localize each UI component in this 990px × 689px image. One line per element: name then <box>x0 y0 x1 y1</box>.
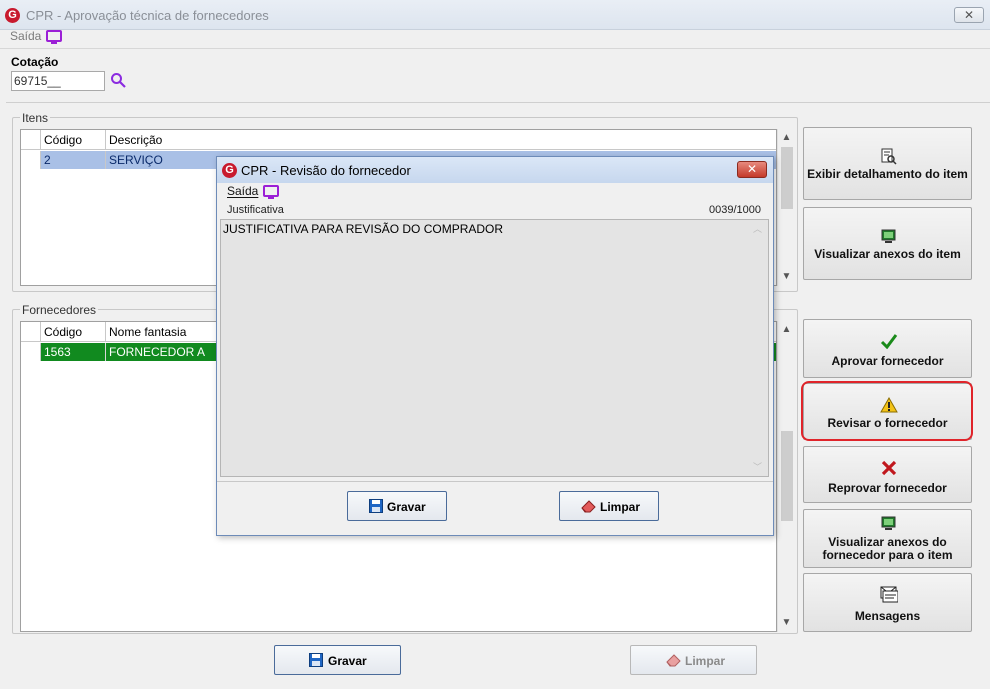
button-label: fornecedor para o item <box>822 548 953 562</box>
exibir-detalhamento-button[interactable]: Exibir detalhamento do item <box>803 127 972 200</box>
scroll-up-icon[interactable]: ▲ <box>778 129 795 146</box>
scroll-down-icon[interactable]: ﹀ <box>753 460 765 474</box>
detail-icon <box>881 148 897 165</box>
button-label: Exibir detalhamento do item <box>807 167 968 181</box>
row-indicator <box>21 151 41 169</box>
eraser-icon <box>581 500 596 513</box>
scroll-down-icon[interactable]: ▼ <box>778 268 795 285</box>
row-header-cell <box>21 130 41 150</box>
scroll-up-icon[interactable]: ︿ <box>753 222 765 236</box>
mensagens-button[interactable]: Mensagens <box>803 573 972 632</box>
monitor-icon[interactable] <box>263 185 279 199</box>
dialog-title: CPR - Revisão do fornecedor <box>241 163 411 178</box>
eraser-icon <box>666 654 681 667</box>
column-header-codigo[interactable]: Código <box>41 322 106 342</box>
fornecedores-scrollbar[interactable]: ▲ ▼ <box>777 321 795 632</box>
row-indicator <box>21 343 41 361</box>
cotacao-input[interactable]: 69715__ <box>11 71 105 91</box>
dialog-close-button[interactable]: ✕ <box>737 161 767 178</box>
column-header-codigo[interactable]: Código <box>41 130 106 150</box>
cotacao-label: Cotação <box>11 55 59 69</box>
messages-icon <box>880 586 898 603</box>
dialog-limpar-button[interactable]: Limpar <box>559 491 659 521</box>
button-label: Reprovar fornecedor <box>828 481 947 495</box>
divider <box>6 102 990 103</box>
scroll-up-icon[interactable]: ▲ <box>778 321 795 338</box>
attachment-icon <box>881 229 896 243</box>
dialog-menu-saida[interactable]: Saída <box>227 184 258 198</box>
itens-group-label: Itens <box>20 111 51 125</box>
menu-saida[interactable]: Saída <box>10 29 41 43</box>
justificativa-text: JUSTIFICATIVA PARA REVISÃO DO COMPRADOR <box>223 222 504 236</box>
button-label: Limpar <box>685 654 726 668</box>
attachment-icon <box>881 516 896 530</box>
justificativa-textarea[interactable]: JUSTIFICATIVA PARA REVISÃO DO COMPRADOR … <box>220 219 769 477</box>
app-logo-icon: G <box>222 163 237 178</box>
aprovar-fornecedor-button[interactable]: Aprovar fornecedor <box>803 319 972 378</box>
scroll-down-icon[interactable]: ▼ <box>778 614 795 631</box>
x-icon <box>881 460 897 476</box>
visualizar-anexos-fornecedor-button[interactable]: Visualizar anexos do fornecedor para o i… <box>803 509 972 568</box>
divider <box>217 481 773 482</box>
revisao-dialog: G CPR - Revisão do fornecedor ✕ Saída Ju… <box>216 156 774 536</box>
save-icon <box>369 499 383 513</box>
grid-header: Código Descrição <box>21 130 776 150</box>
search-icon[interactable] <box>110 72 126 88</box>
divider <box>0 48 990 49</box>
app-logo-icon: G <box>5 8 20 23</box>
itens-scrollbar[interactable]: ▲ ▼ <box>777 129 795 286</box>
scroll-thumb[interactable] <box>781 147 793 209</box>
reprovar-fornecedor-button[interactable]: Reprovar fornecedor <box>803 446 972 503</box>
cell-codigo: 1563 <box>41 343 106 361</box>
button-label: Mensagens <box>854 609 921 623</box>
dialog-gravar-button[interactable]: Gravar <box>347 491 447 521</box>
limpar-button[interactable]: Limpar <box>630 645 757 675</box>
cell-codigo: 2 <box>41 151 106 169</box>
button-label: Aprovar fornecedor <box>831 354 944 368</box>
column-header-descricao[interactable]: Descrição <box>106 130 776 150</box>
window-title: CPR - Aprovação técnica de fornecedores <box>26 8 269 23</box>
button-label: Gravar <box>387 500 426 514</box>
button-label: Limpar <box>600 500 641 514</box>
visualizar-anexos-item-button[interactable]: Visualizar anexos do item <box>803 207 972 280</box>
row-header-cell <box>21 322 41 342</box>
justificativa-label: Justificativa <box>227 204 284 216</box>
menu-bar <box>0 30 990 48</box>
monitor-icon[interactable] <box>46 30 62 44</box>
window-close-button[interactable]: ✕ <box>954 7 984 23</box>
char-counter: 0039/1000 <box>709 204 761 216</box>
gravar-button[interactable]: Gravar <box>274 645 401 675</box>
button-label: Gravar <box>328 654 367 668</box>
save-icon <box>309 653 323 667</box>
button-label: Visualizar anexos do item <box>814 247 961 261</box>
highlight-annotation <box>801 381 973 441</box>
fornecedores-group-label: Fornecedores <box>20 303 99 317</box>
check-icon <box>880 334 898 349</box>
scroll-thumb[interactable] <box>781 431 793 521</box>
